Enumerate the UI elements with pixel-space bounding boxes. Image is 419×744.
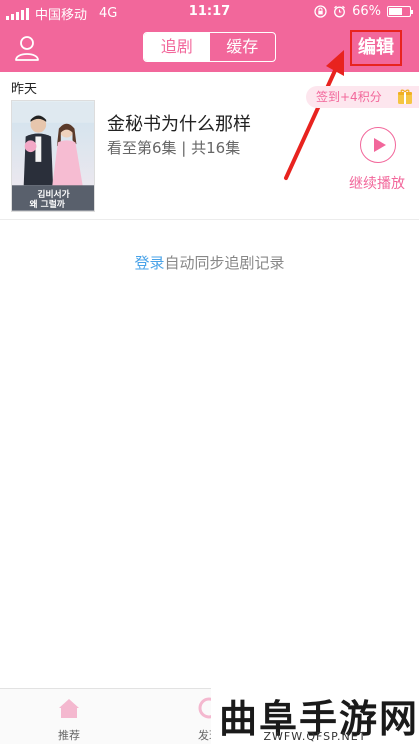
play-button[interactable] <box>360 127 396 163</box>
status-right: 66% <box>314 4 413 19</box>
gift-icon <box>398 89 412 104</box>
login-hint: 登录自动同步追剧记录 <box>0 252 419 273</box>
orientation-lock-icon <box>314 5 327 18</box>
drama-progress: 看至第6集 | 共16集 <box>107 139 241 157</box>
tab-discover[interactable]: 发现 <box>164 689 254 744</box>
svg-text:김비서가: 김비서가 <box>37 188 69 200</box>
discover-icon <box>198 697 220 719</box>
battery-icon <box>387 6 413 17</box>
continue-play-label[interactable]: 继续播放 <box>349 173 405 193</box>
drama-title[interactable]: 金秘书为什么那样 <box>107 110 251 136</box>
nav-bar: 追剧 缓存 编辑 <box>0 24 419 72</box>
status-bar: 中国移动 4G 11:17 66% <box>0 0 419 24</box>
login-link[interactable]: 登录 <box>134 254 164 272</box>
divider <box>0 219 419 220</box>
drama-poster[interactable]: 김비서가 왜 그럴까 <box>11 100 95 212</box>
tab-following[interactable]: 追剧 <box>144 33 210 61</box>
section-label-yesterday: 昨天 <box>11 82 38 97</box>
user-icon[interactable] <box>12 33 42 63</box>
checkin-label: 签到+4积分 <box>316 90 382 104</box>
home-icon <box>59 699 79 718</box>
tab-recommend-label: 推荐 <box>58 729 80 742</box>
tab-cache[interactable]: 缓存 <box>210 33 276 61</box>
svg-text:왜 그럴까: 왜 그럴까 <box>30 198 66 210</box>
app-screen: 中国移动 4G 11:17 66% 追剧 缓存 编辑 昨天 签到+4积分 김비서… <box>0 0 419 744</box>
tab-switcher: 追剧 缓存 <box>143 32 276 62</box>
alarm-icon <box>334 5 346 18</box>
edit-button[interactable]: 编辑 <box>350 30 402 66</box>
checkin-badge[interactable]: 签到+4积分 <box>306 86 419 108</box>
tab-discover-label: 发现 <box>198 729 220 742</box>
battery-percent: 66% <box>352 4 381 19</box>
login-hint-text: 自动同步追剧记录 <box>164 254 285 272</box>
play-icon <box>374 138 386 152</box>
tab-recommend[interactable]: 推荐 <box>24 689 114 744</box>
bottom-tab-bar: 推荐 发现 <box>0 688 419 744</box>
